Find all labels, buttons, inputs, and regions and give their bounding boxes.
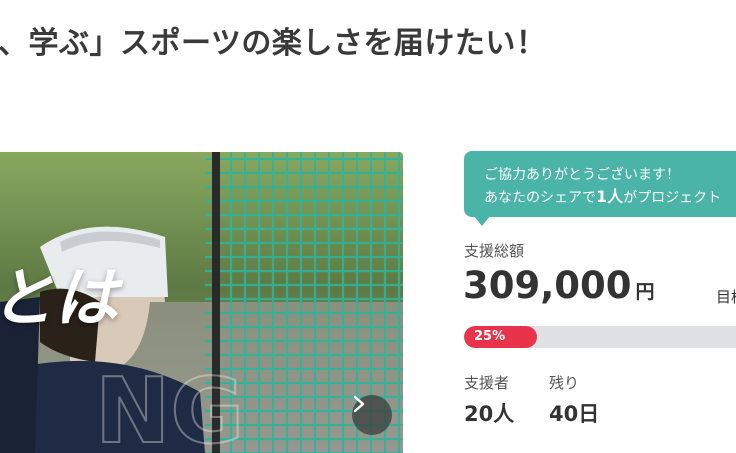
project-title: 、学ぶ」スポーツの楽しさを届けたい！ — [0, 26, 547, 61]
bubble-line-2-suffix: がプロジェクト — [623, 190, 722, 206]
svg-text:NG: NG — [95, 359, 244, 453]
bubble-share-count: 1人 — [596, 187, 624, 206]
bubble-line-1: ご協力ありがとうございます！ — [484, 167, 680, 183]
total-label: 支援総額 — [464, 242, 525, 260]
bubble-tail — [474, 216, 490, 226]
hero-overlay-text: とは — [0, 262, 118, 336]
total-amount: 309,000 円 — [463, 264, 655, 307]
bubble-line-2: あなたのシェアで1人がプロジェクト — [484, 186, 736, 209]
carousel-next-button[interactable] — [352, 395, 392, 435]
chevron-right-icon — [353, 395, 365, 413]
funding-progress-fill: 25% — [464, 326, 537, 348]
total-amount-value: 309,000 — [463, 264, 632, 307]
total-amount-unit: 円 — [635, 281, 655, 303]
project-hero-image[interactable]: NG とは — [0, 152, 403, 453]
remaining-value: 40日 — [549, 402, 600, 426]
funding-progress-bar: 25% — [464, 326, 736, 348]
supporters-label: 支援者 — [464, 374, 510, 392]
bubble-line-2-prefix: あなたのシェアで — [484, 190, 596, 206]
goal-label: 目標 — [716, 288, 736, 306]
supporters-value: 20人 — [464, 402, 515, 426]
share-thanks-bubble: ご協力ありがとうございます！ あなたのシェアで1人がプロジェクト — [464, 151, 736, 217]
remaining-label: 残り — [549, 374, 580, 392]
